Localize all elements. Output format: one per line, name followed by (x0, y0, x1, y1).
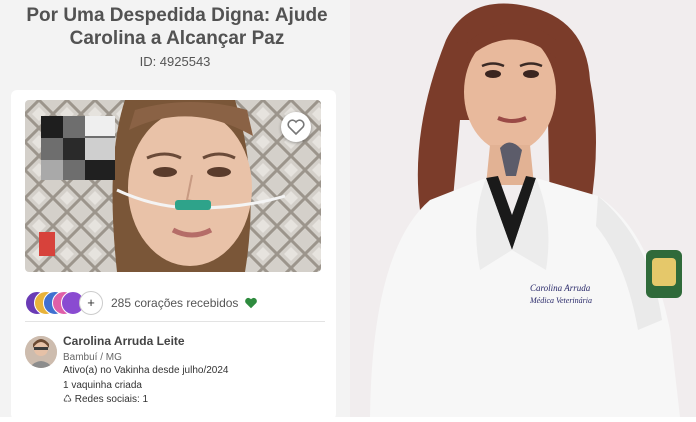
favorite-button[interactable] (281, 112, 311, 142)
creator-name[interactable]: Carolina Arruda Leite (63, 334, 185, 348)
more-supporters-button[interactable]: + (79, 291, 103, 315)
creator-info: Carolina Arruda Leite Bambuí / MG Ativo(… (25, 332, 335, 422)
creator-social: ♺ Redes sociais: 1 (63, 394, 149, 405)
creator-campaigns: 1 vaquinha criada (63, 380, 142, 391)
campaign-panel: Por Uma Despedida Digna: Ajude Carolina … (0, 0, 350, 420)
campaign-card: + 285 corações recebidos Carolina Arruda… (11, 90, 336, 420)
coat-name: Carolina Arruda (530, 283, 591, 293)
green-heart-icon (245, 297, 258, 309)
creator-location: Bambuí / MG (63, 352, 122, 363)
heart-outline-icon (287, 119, 305, 135)
campaign-title: Por Uma Despedida Digna: Ajude Carolina … (26, 5, 328, 49)
coat-title: Médica Veterinária (529, 296, 592, 305)
campaign-id: ID: 4925543 (139, 54, 211, 69)
portrait-photo: Carolina Arruda Médica Veterinária (350, 0, 696, 417)
supporter-avatars[interactable]: + (25, 291, 103, 315)
hearts-count: 285 corações recebidos (111, 296, 239, 310)
campaign-photo (25, 100, 321, 272)
creator-active-since: Ativo(a) no Vakinha desde julho/2024 (63, 365, 229, 376)
creator-avatar[interactable] (25, 336, 57, 368)
hearts-summary: + 285 corações recebidos (25, 290, 325, 316)
divider (25, 321, 325, 322)
